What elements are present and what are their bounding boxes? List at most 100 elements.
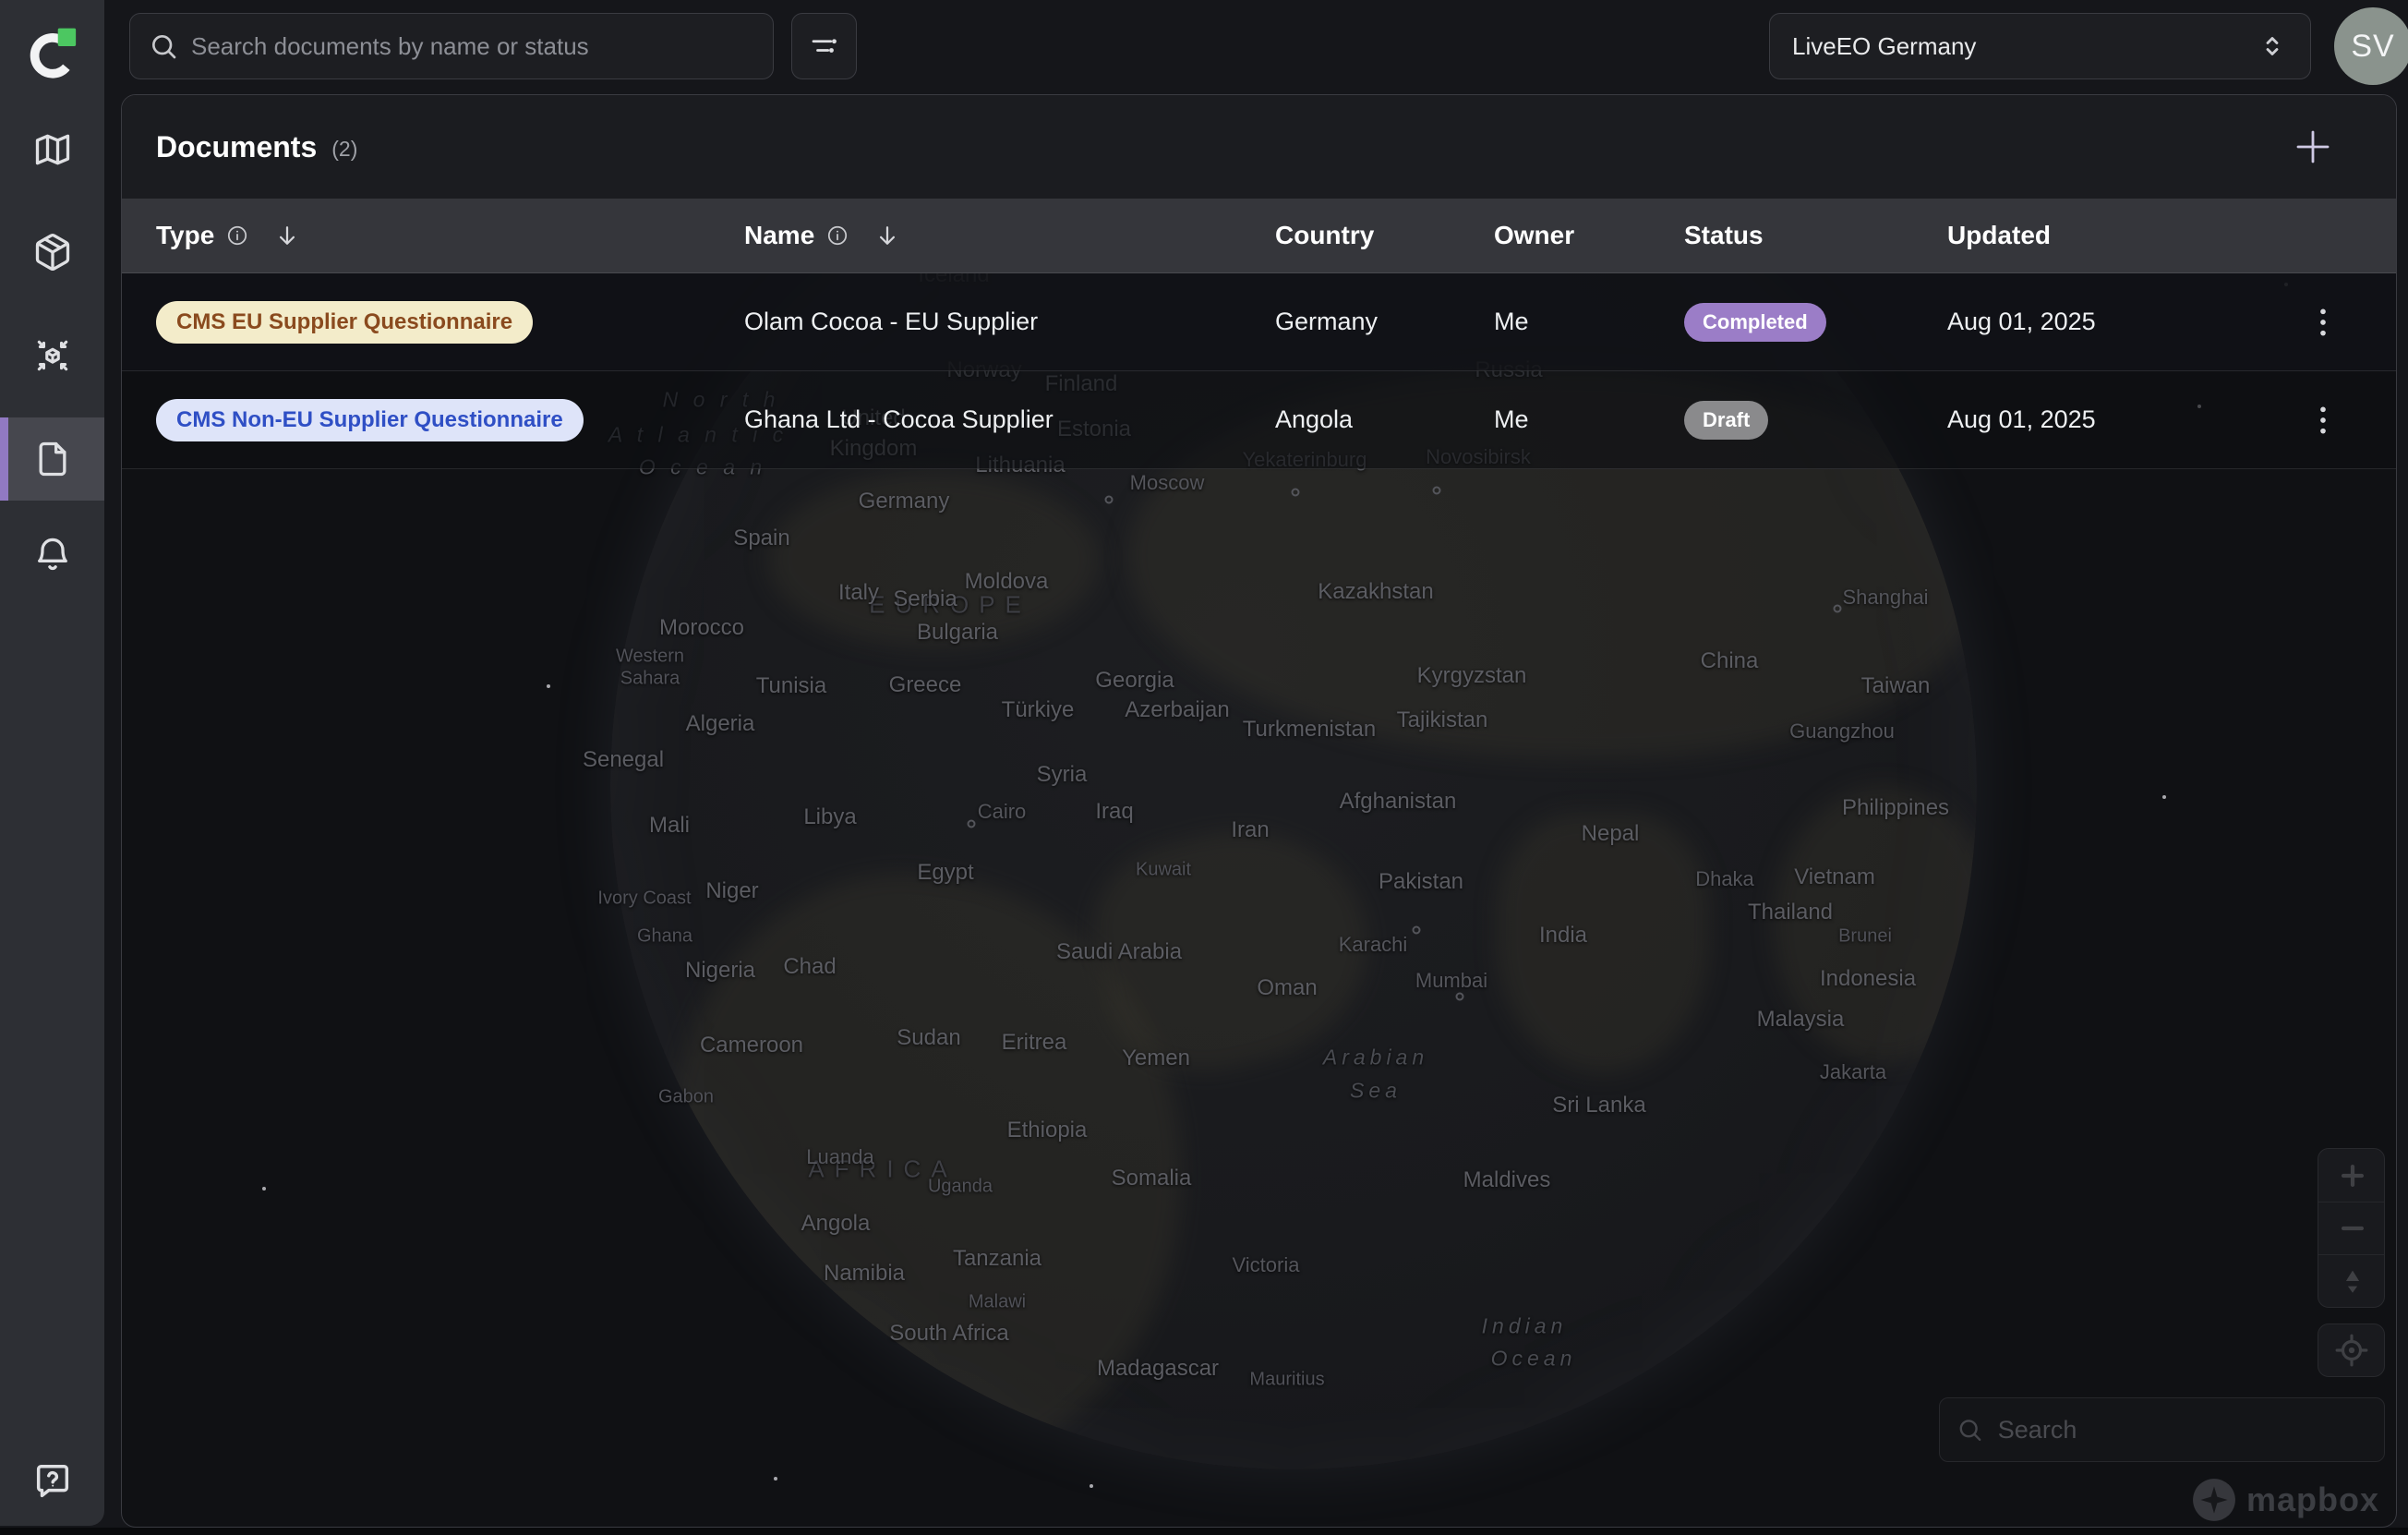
table-row[interactable]: CMS Non-EU Supplier Questionnaire Ghana … [122,371,2396,469]
mapbox-logo-icon [2191,1477,2237,1523]
status-badge: Draft [1684,401,1768,440]
plus-icon [2337,1160,2368,1191]
column-header-type: Type [156,221,744,250]
mapbox-attribution[interactable]: mapbox [2191,1477,2379,1523]
avatar[interactable]: SV [2334,7,2408,85]
map-label: Afghanistan [1340,789,1457,815]
map-label: Morocco [659,615,744,641]
row-actions-menu-button[interactable] [2301,393,2345,448]
map-label: Vietnam [1794,864,1875,890]
map-label: Malaysia [1757,1007,1845,1033]
map-search-box[interactable] [1939,1397,2385,1462]
document-owner: Me [1494,308,1684,336]
map-label: Mumbai [1415,969,1487,993]
map-label: Moscow [1130,471,1205,495]
document-updated: Aug 01, 2025 [1947,405,2301,434]
column-header-updated: Updated [1947,221,2301,250]
map-city-marker [1433,487,1441,495]
document-search-box[interactable] [129,13,774,79]
kebab-icon [2305,402,2342,439]
map-label: China [1701,648,1759,674]
document-updated: Aug 01, 2025 [1947,308,2301,336]
info-icon[interactable] [225,224,249,248]
pitch-toggle-button[interactable] [2318,1254,2385,1307]
map-label: Ocean [1491,1347,1577,1372]
zoom-out-button[interactable] [2318,1202,2385,1254]
map-label: Gabon [658,1087,714,1108]
geolocate-icon [2334,1333,2369,1368]
map-label: Kuwait [1136,860,1191,881]
document-icon [32,439,73,479]
map-label: Germany [859,489,950,514]
map-label: Algeria [686,711,755,737]
mapbox-wordmark: mapbox [2246,1481,2379,1519]
map-label: Türkiye [1002,697,1075,723]
table-row[interactable]: CMS EU Supplier Questionnaire Olam Cocoa… [122,273,2396,371]
sort-descending-icon[interactable] [273,222,301,249]
document-country: Angola [1275,405,1494,434]
map-label: Sea [1350,1079,1402,1104]
map-label: Egypt [917,860,973,886]
document-search-input[interactable] [191,32,754,61]
map-label: Shanghai [1843,586,1929,610]
map-label: Nigeria [685,958,755,984]
map-label: Moldova [965,569,1049,595]
map-label: Arabian [1323,1045,1428,1070]
sidebar-item-notifications[interactable] [0,513,104,596]
bell-icon [32,534,73,574]
map-label: Ethiopia [1007,1118,1088,1143]
map-label: Cairo [978,800,1027,824]
map-label: Taiwan [1861,673,1931,699]
sidebar-item-documents[interactable] [0,417,104,501]
map-label: Luanda [806,1145,873,1169]
map-label: Malawi [969,1292,1026,1313]
sidebar-item-help[interactable] [0,1441,104,1524]
bottom-edge [0,1528,2408,1535]
map-label: Somalia [1112,1166,1192,1191]
map-label: Uganda [928,1177,993,1198]
row-actions-menu-button[interactable] [2301,295,2345,350]
map-label: Syria [1037,762,1088,788]
info-icon[interactable] [825,224,849,248]
map-label: Sudan [897,1025,960,1051]
document-name: Ghana Ltd - Cocoa Supplier [744,405,1275,434]
map-label: Yemen [1122,1045,1190,1071]
converge-icon [32,335,73,376]
sidebar-item-converge[interactable] [0,314,104,397]
map-city-marker [1456,993,1464,1001]
filter-button[interactable] [791,13,857,79]
column-header-name: Name [744,221,1275,250]
geolocate-button[interactable] [2318,1323,2385,1377]
liveeo-logo[interactable] [0,20,104,87]
map-label: Madagascar [1097,1356,1219,1382]
map-label: Ghana [637,926,692,948]
plus-icon [2291,125,2335,169]
map-label: Niger [705,878,758,904]
map-city-marker [1105,496,1114,504]
add-document-button[interactable] [2290,124,2336,170]
document-type-badge: CMS EU Supplier Questionnaire [156,301,533,344]
map-panel: GreenlandIcelandNorwayFinlandRussiaUnite… [121,94,2397,1528]
sort-descending-icon[interactable] [873,222,901,249]
map-label: Western [616,647,684,668]
map-icon [32,129,73,170]
organization-selector[interactable]: LiveEO Germany [1769,13,2311,79]
map-label: Brunei [1838,926,1892,948]
filter-icon [808,30,841,63]
chevron-up-down-icon [2257,30,2288,62]
map-label: Eritrea [1002,1030,1067,1056]
map-label: Turkmenistan [1243,717,1377,743]
topbar: LiveEO Germany SV [104,0,2408,88]
documents-count: (2) [331,137,357,162]
sidebar-item-package[interactable] [0,211,104,294]
sidebar-item-map[interactable] [0,108,104,191]
map-label: Indian [1482,1314,1568,1339]
map-search-input[interactable] [1998,1416,2367,1444]
zoom-in-button[interactable] [2318,1149,2385,1202]
map-label: Saudi Arabia [1056,939,1182,965]
map-label: Kazakhstan [1318,579,1433,605]
map-city-marker [1292,489,1300,497]
map-label: Georgia [1095,668,1174,694]
document-country: Germany [1275,308,1494,336]
map-label: Azerbaijan [1125,697,1229,723]
